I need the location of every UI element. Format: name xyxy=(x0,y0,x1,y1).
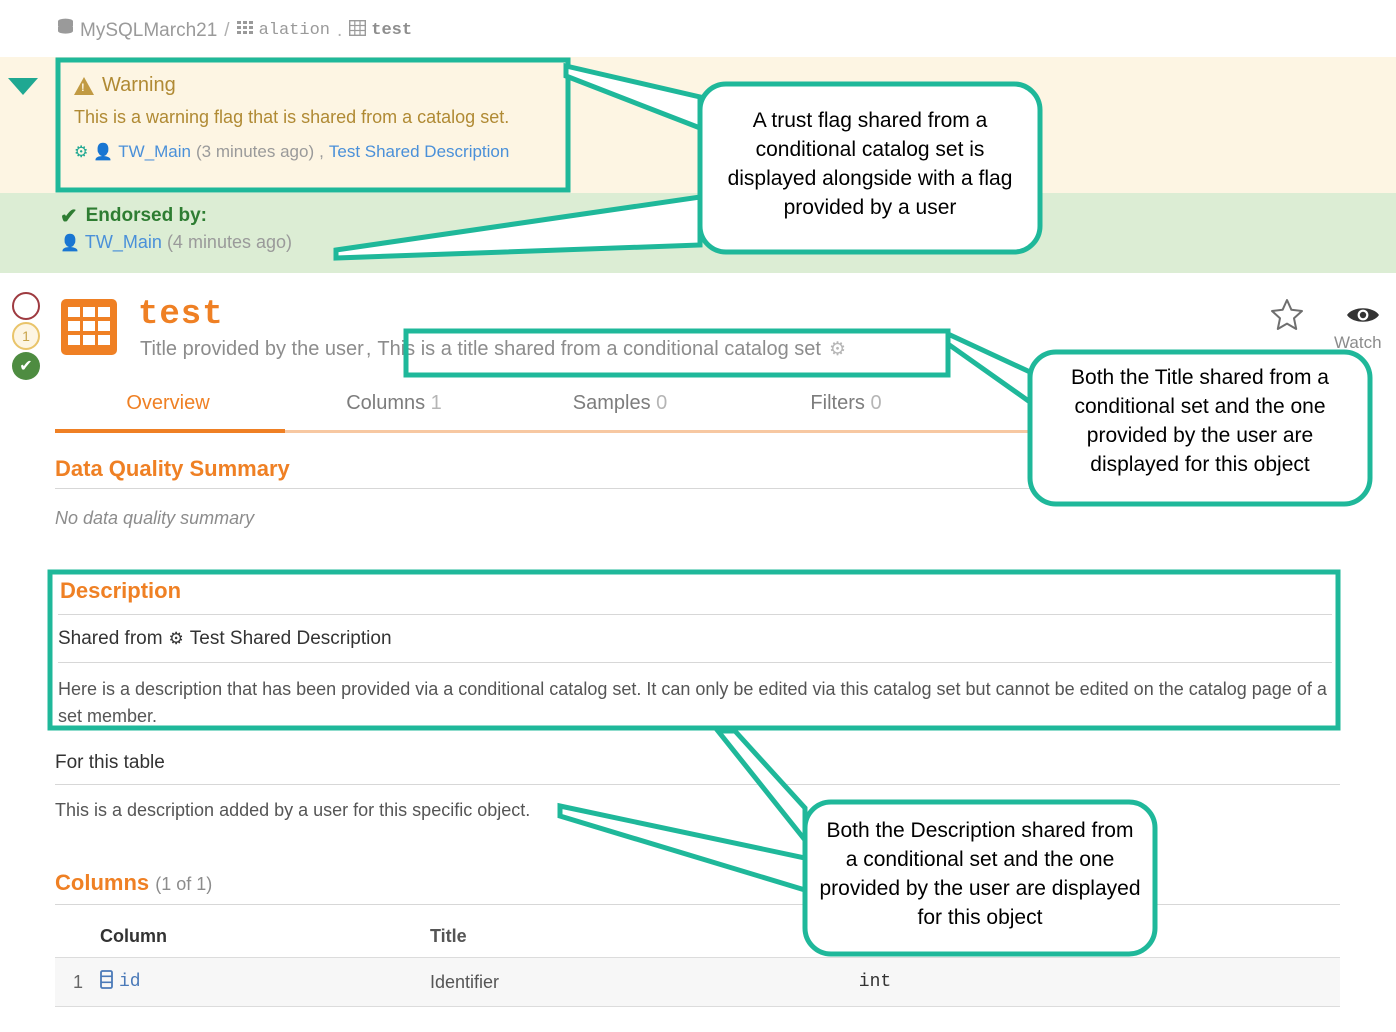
endorsement-flag: ✔ Endorsed by: 👤 TW_Main (4 minutes ago) xyxy=(60,205,580,253)
breadcrumb-table[interactable]: test xyxy=(371,21,412,40)
data-quality-heading: Data Quality Summary xyxy=(55,456,290,481)
tab-underline-active xyxy=(55,429,285,433)
tab-label: Samples xyxy=(572,392,651,414)
breadcrumb-separator: / xyxy=(224,19,230,41)
table-icon xyxy=(60,298,118,356)
row-column-name[interactable]: id xyxy=(119,972,141,992)
person-icon: 👤 xyxy=(60,234,80,252)
description-callout-text: Both the Description shared from a condi… xyxy=(819,819,1141,929)
endorsement-meta: 👤 TW_Main (4 minutes ago) xyxy=(60,232,580,253)
endorsement-author-link[interactable]: TW_Main xyxy=(85,232,162,253)
columns-count: (1 of 1) xyxy=(155,874,213,894)
divider xyxy=(55,904,1340,905)
columns-heading: Columns (1 of 1) xyxy=(55,870,212,896)
tab-columns[interactable]: Columns 1 xyxy=(281,392,507,427)
row-column-cell[interactable]: id xyxy=(100,970,430,994)
warning-triangle-icon xyxy=(74,76,94,95)
warning-author-link[interactable]: TW_Main xyxy=(118,142,191,162)
trust-badges: 1 ✔ xyxy=(12,292,52,382)
description-user-body: This is a description added by a user fo… xyxy=(55,800,531,820)
description-shared-from-row: Shared from ⚙ Test Shared Description xyxy=(58,628,392,650)
divider xyxy=(58,614,1332,615)
shared-from-label: Shared from xyxy=(58,628,163,649)
gear-icon: ⚙ xyxy=(74,144,89,161)
person-icon: 👤 xyxy=(93,144,114,161)
subtitle-comma: , xyxy=(365,338,372,360)
warning-source-link[interactable]: Test Shared Description xyxy=(329,142,509,162)
description-heading: Description xyxy=(60,578,182,603)
divider xyxy=(58,662,1332,663)
breadcrumb: MySQLMarch21 / alation . test xyxy=(57,18,412,43)
breadcrumb-database[interactable]: MySQLMarch21 xyxy=(80,20,217,42)
subtitle-row: Title provided by the user , This is a t… xyxy=(140,338,846,361)
page-title: test xyxy=(138,296,224,334)
status-badge-warning[interactable]: 1 xyxy=(12,322,40,350)
columns-heading-label: Columns xyxy=(55,870,150,895)
shared-title[interactable]: This is a title shared from a conditiona… xyxy=(377,338,846,361)
endorsement-title: Endorsed by: xyxy=(85,205,208,226)
schema-icon xyxy=(236,20,253,42)
description-shared-body: Here is a description that has been prov… xyxy=(58,679,1327,726)
warning-timestamp: (3 minutes ago) xyxy=(196,142,315,161)
gear-icon: ⚙ xyxy=(828,339,846,360)
warning-meta: ⚙ 👤 TW_Main (3 minutes ago) , Test Share… xyxy=(74,142,556,162)
data-quality-empty-text: No data quality summary xyxy=(55,508,255,528)
gear-icon: ⚙ xyxy=(168,629,184,648)
shared-title-text: This is a title shared from a conditiona… xyxy=(377,338,821,360)
warning-comma: , xyxy=(319,142,324,161)
title-callout-text: Both the Title shared from a conditional… xyxy=(1071,366,1329,476)
user-title[interactable]: Title provided by the user xyxy=(140,338,364,361)
breadcrumb-schema[interactable]: alation xyxy=(259,21,330,40)
check-icon: ✔ xyxy=(60,204,78,228)
caret-down-icon[interactable] xyxy=(8,78,38,95)
divider xyxy=(55,488,1340,489)
endorsement-timestamp: (4 minutes ago) xyxy=(166,232,292,252)
watch-label[interactable]: Watch xyxy=(1334,333,1382,353)
warning-title: Warning xyxy=(102,74,176,96)
tab-filters[interactable]: Filters 0 xyxy=(733,392,959,427)
header-column[interactable]: Column xyxy=(100,926,430,947)
breadcrumb-dot: . xyxy=(336,19,343,41)
tab-label: Columns xyxy=(346,392,426,414)
header-index xyxy=(55,926,100,947)
tab-overview[interactable]: Overview xyxy=(55,392,281,427)
warning-flag: Warning This is a warning flag that is s… xyxy=(60,62,570,188)
table-row[interactable]: 1 id Identifier int xyxy=(55,957,1340,1007)
callout-tail-description-shared xyxy=(712,728,808,848)
table-header-row: Column Title xyxy=(55,918,1340,957)
row-index: 1 xyxy=(73,971,84,992)
row-type: int xyxy=(858,972,892,992)
tab-samples[interactable]: Samples 0 xyxy=(507,392,733,427)
column-icon xyxy=(100,970,113,994)
database-icon xyxy=(57,18,74,43)
shared-from-source[interactable]: Test Shared Description xyxy=(190,628,392,650)
tab-count: 0 xyxy=(870,392,882,414)
tab-count: 0 xyxy=(656,392,668,414)
eye-icon[interactable] xyxy=(1345,303,1381,332)
divider xyxy=(55,784,1340,785)
trust-flag-callout-text: A trust flag shared from a conditional c… xyxy=(727,109,1013,219)
star-outline-icon[interactable] xyxy=(1270,298,1304,336)
tab-count: 1 xyxy=(430,392,442,414)
status-badge-deprecation[interactable] xyxy=(12,292,40,320)
table-icon-breadcrumb xyxy=(349,19,367,42)
description-for-this-table-label: For this table xyxy=(55,752,165,773)
columns-table: Column Title 1 id Identifier int xyxy=(55,918,1340,1007)
callout-tail-description-user xyxy=(557,802,808,894)
warning-body: This is a warning flag that is shared fr… xyxy=(74,107,510,127)
endorsement-title-row: ✔ Endorsed by: xyxy=(60,205,580,227)
row-title: Identifier xyxy=(430,971,500,992)
tab-label: Overview xyxy=(126,392,210,414)
warning-title-row: Warning xyxy=(74,74,556,97)
status-badge-endorsement[interactable]: ✔ xyxy=(12,352,40,380)
tab-label: Filters xyxy=(810,392,865,414)
header-title[interactable]: Title xyxy=(430,926,760,947)
